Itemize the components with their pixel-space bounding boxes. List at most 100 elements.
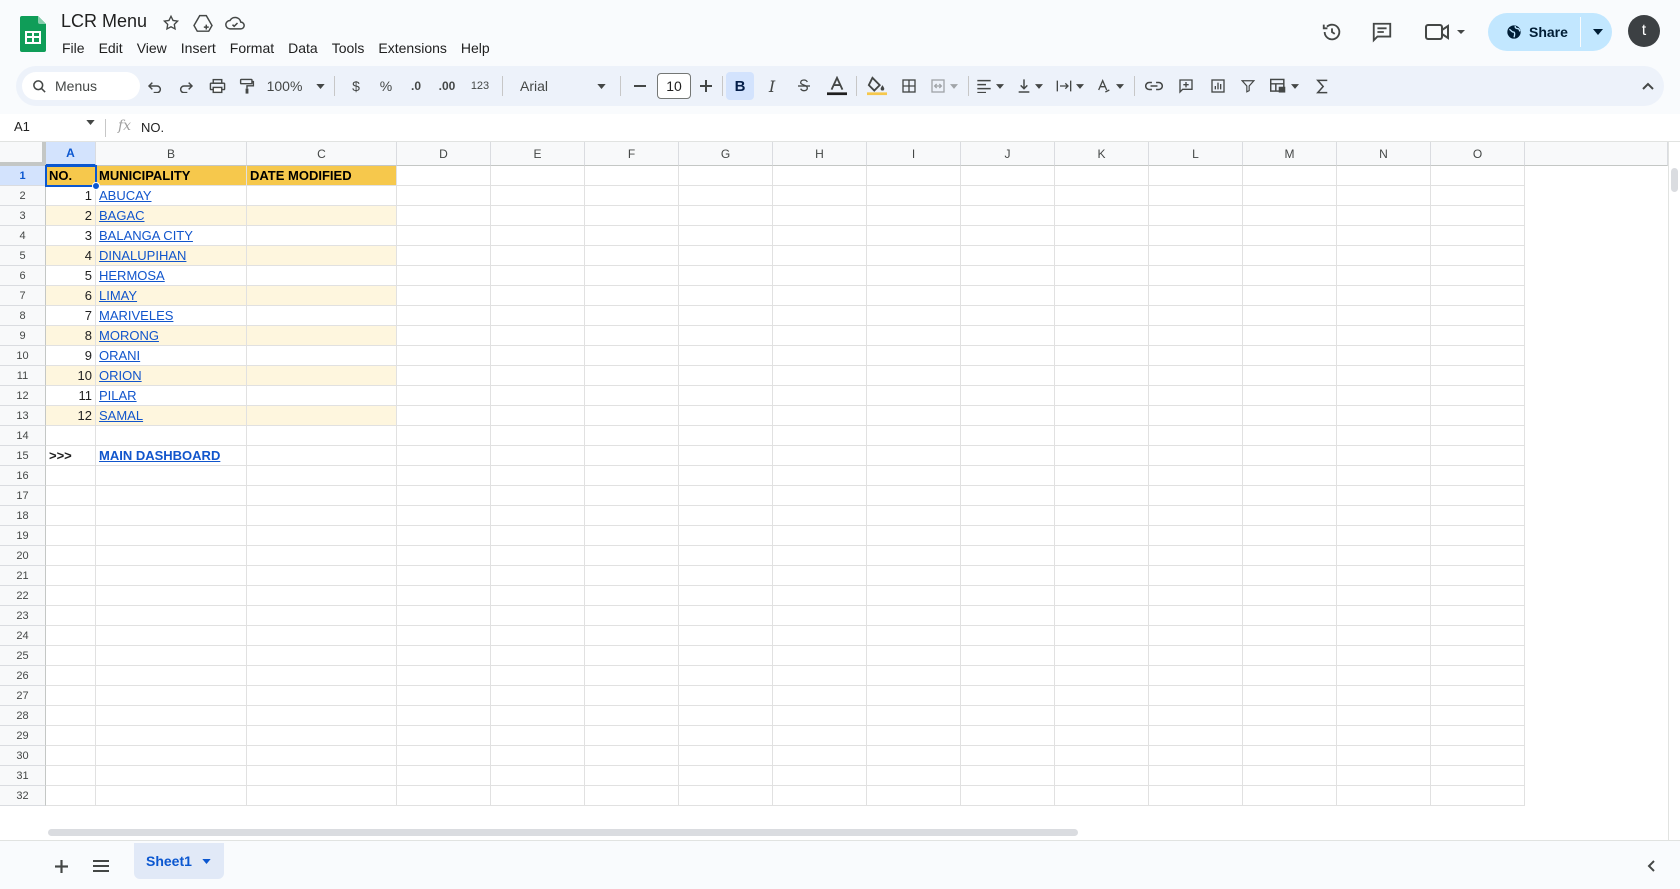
empty-cell[interactable] [397, 406, 491, 426]
row-header-25[interactable]: 25 [0, 646, 46, 666]
empty-cell[interactable] [867, 726, 961, 746]
row-header-1[interactable]: 1 [0, 166, 46, 186]
empty-cell[interactable] [96, 726, 247, 746]
more-formats-button[interactable]: 123 [464, 66, 496, 106]
empty-cell[interactable] [585, 486, 679, 506]
menu-help[interactable]: Help [454, 38, 497, 58]
empty-cell[interactable] [1337, 206, 1431, 226]
cloud-status-icon[interactable] [224, 12, 246, 34]
empty-cell[interactable] [1337, 626, 1431, 646]
empty-cell[interactable] [397, 486, 491, 506]
empty-cell[interactable] [96, 746, 247, 766]
empty-cell[interactable] [1055, 186, 1149, 206]
fill-handle[interactable] [92, 182, 100, 190]
empty-cell[interactable] [961, 786, 1055, 806]
document-title[interactable]: LCR Menu [61, 11, 147, 32]
empty-cell[interactable] [46, 526, 96, 546]
empty-cell[interactable] [867, 426, 961, 446]
row-header-28[interactable]: 28 [0, 706, 46, 726]
empty-cell[interactable] [679, 766, 773, 786]
empty-cell[interactable] [247, 786, 397, 806]
empty-cell[interactable] [961, 746, 1055, 766]
empty-cell[interactable] [1337, 646, 1431, 666]
empty-cell[interactable] [1431, 546, 1525, 566]
print-icon[interactable] [202, 66, 232, 106]
empty-cell[interactable] [1431, 326, 1525, 346]
empty-cell[interactable] [1055, 526, 1149, 546]
empty-cell[interactable] [247, 726, 397, 746]
empty-cell[interactable] [585, 686, 679, 706]
empty-cell[interactable] [679, 686, 773, 706]
empty-cell[interactable] [1431, 726, 1525, 746]
empty-cell[interactable] [397, 386, 491, 406]
empty-cell[interactable] [96, 546, 247, 566]
empty-cell[interactable] [1055, 346, 1149, 366]
meet-video-icon[interactable] [1418, 12, 1474, 52]
empty-cell[interactable] [247, 646, 397, 666]
empty-cell[interactable] [1431, 186, 1525, 206]
empty-cell[interactable] [1149, 706, 1243, 726]
name-box[interactable]: A1 [14, 119, 30, 134]
empty-cell[interactable] [679, 566, 773, 586]
sheets-logo-icon[interactable] [20, 16, 46, 52]
empty-cell[interactable] [679, 266, 773, 286]
empty-cell[interactable] [585, 186, 679, 206]
municipality-link[interactable]: ABUCAY [96, 186, 247, 206]
empty-cell[interactable] [247, 686, 397, 706]
empty-cell[interactable] [867, 186, 961, 206]
empty-cell[interactable] [491, 266, 585, 286]
empty-cell[interactable] [773, 286, 867, 306]
horizontal-scroll-thumb[interactable] [48, 829, 1078, 836]
empty-cell[interactable] [1431, 746, 1525, 766]
cell-b1-header-municipality[interactable]: MUNICIPALITY [96, 166, 247, 186]
empty-cell[interactable] [585, 586, 679, 606]
empty-cell[interactable] [96, 786, 247, 806]
empty-cell[interactable] [1243, 286, 1337, 306]
empty-cell[interactable] [961, 306, 1055, 326]
empty-cell[interactable] [679, 306, 773, 326]
empty-cell[interactable] [46, 566, 96, 586]
empty-cell[interactable] [491, 226, 585, 246]
empty-cell[interactable] [961, 486, 1055, 506]
format-currency-button[interactable]: $ [342, 66, 370, 106]
explore-collapse-icon[interactable] [1636, 851, 1666, 881]
empty-cell[interactable] [867, 786, 961, 806]
empty-cell[interactable] [397, 186, 491, 206]
empty-cell[interactable] [491, 206, 585, 226]
empty-cell[interactable] [491, 406, 585, 426]
cell-date-modified[interactable] [247, 346, 397, 366]
empty-cell[interactable] [1055, 546, 1149, 566]
empty-cell[interactable] [867, 286, 961, 306]
empty-cell[interactable] [491, 326, 585, 346]
empty-cell[interactable] [773, 466, 867, 486]
font-size-input[interactable]: 10 [657, 73, 691, 99]
empty-cell[interactable] [96, 426, 247, 446]
functions-icon[interactable] [1308, 66, 1336, 106]
empty-cell[interactable] [773, 786, 867, 806]
empty-cell[interactable] [96, 646, 247, 666]
empty-cell[interactable] [491, 566, 585, 586]
empty-cell[interactable] [397, 526, 491, 546]
empty-cell[interactable] [397, 706, 491, 726]
horizontal-scrollbar[interactable] [46, 825, 1666, 839]
empty-cell[interactable] [1243, 166, 1337, 186]
row-header-22[interactable]: 22 [0, 586, 46, 606]
empty-cell[interactable] [397, 366, 491, 386]
empty-cell[interactable] [397, 566, 491, 586]
empty-cell[interactable] [1243, 446, 1337, 466]
empty-cell[interactable] [1055, 426, 1149, 446]
empty-cell[interactable] [1055, 706, 1149, 726]
empty-cell[interactable] [961, 566, 1055, 586]
empty-cell[interactable] [1149, 166, 1243, 186]
cell-no[interactable]: 1 [46, 186, 96, 206]
empty-cell[interactable] [585, 566, 679, 586]
empty-cell[interactable] [1337, 286, 1431, 306]
empty-cell[interactable] [1431, 586, 1525, 606]
cell-no[interactable]: 5 [46, 266, 96, 286]
empty-cell[interactable] [961, 646, 1055, 666]
municipality-link[interactable]: ORANI [96, 346, 247, 366]
empty-cell[interactable] [247, 466, 397, 486]
empty-cell[interactable] [1055, 626, 1149, 646]
bold-button[interactable]: B [726, 72, 754, 100]
row-header-20[interactable]: 20 [0, 546, 46, 566]
